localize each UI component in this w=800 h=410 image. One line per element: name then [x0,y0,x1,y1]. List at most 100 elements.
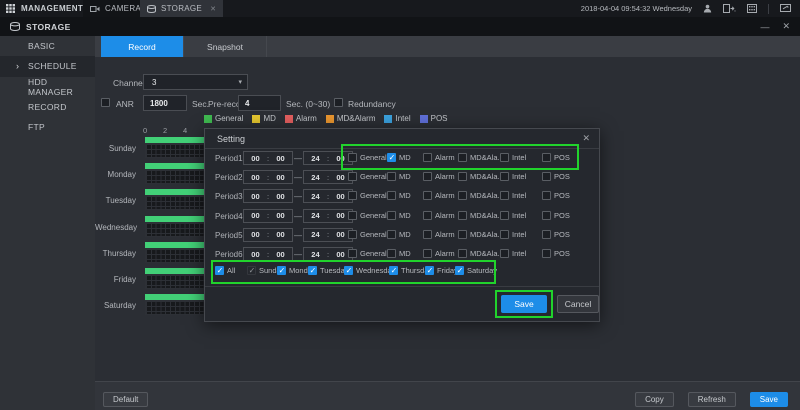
checkbox-period2-md-ala[interactable]: MD&Ala... [458,172,504,181]
legend-swatch [252,115,260,123]
legend-item-alarm: Alarm [285,114,317,123]
end-time-input[interactable]: 24:00 [303,189,353,203]
checkbox-period1-md-ala[interactable]: MD&Ala... [458,153,504,162]
checkbox-period1-intel[interactable]: Intel [500,153,526,162]
sidebar-item-schedule[interactable]: › SCHEDULE [0,56,95,76]
default-button[interactable]: Default [103,392,148,407]
checkbox-period5-intel[interactable]: Intel [500,230,526,239]
time-range-dash: — [294,212,302,221]
prerecord-input[interactable]: 4 [238,95,281,111]
checkbox-period5-pos[interactable]: POS [542,230,570,239]
time-range-dash: — [294,231,302,240]
checkbox-period6-pos[interactable]: POS [542,249,570,258]
period-label: Period1 [215,154,243,163]
legend-swatch [420,115,428,123]
close-icon[interactable]: ✕ [210,5,216,13]
day-checkbox-tuesday[interactable]: Tuesday [308,266,349,275]
copy-button[interactable]: Copy [635,392,674,407]
tab-snapshot[interactable]: Snapshot [184,36,267,57]
checkbox-period3-alarm[interactable]: Alarm [423,191,455,200]
prerecord-unit: Sec. (0~30) [286,99,330,109]
logout-icon[interactable] [723,4,736,13]
checkbox-period3-md-ala[interactable]: MD&Ala... [458,191,504,200]
redundancy-label: Redundancy [348,99,396,109]
dialog-day-row: All Sunday Monday Tuesday Wednesday Thur… [205,266,599,278]
anr-input[interactable]: 1800 [143,95,187,111]
checkbox-period3-pos[interactable]: POS [542,191,570,200]
checkbox-period6-md[interactable]: MD [387,249,411,258]
refresh-button[interactable]: Refresh [688,392,736,407]
checkbox-period6-intel[interactable]: Intel [500,249,526,258]
checkbox-period6-alarm[interactable]: Alarm [423,249,455,258]
end-time-input[interactable]: 24:00 [303,228,353,242]
camera-icon [90,5,100,13]
schedule-day-label: Sunday [95,144,140,153]
window-close-icon[interactable]: ✕ [782,21,790,32]
tab-storage[interactable]: STORAGE ✕ [140,0,223,17]
checkbox-period1-pos[interactable]: POS [542,153,570,162]
checkbox-period4-pos[interactable]: POS [542,211,570,220]
day-checkbox-saturday[interactable]: Saturday [455,266,497,275]
window-titlebar: STORAGE — ✕ [0,17,800,36]
checkbox-period6-md-ala[interactable]: MD&Ala... [458,249,504,258]
checkbox-period2-general[interactable]: General [348,172,387,181]
checkbox-period5-alarm[interactable]: Alarm [423,230,455,239]
checkbox-period2-intel[interactable]: Intel [500,172,526,181]
checkbox-period2-alarm[interactable]: Alarm [423,172,455,181]
checkbox-period5-md-ala[interactable]: MD&Ala... [458,230,504,239]
management-menu[interactable]: MANAGEMENT [6,0,83,17]
time-tick-label: 2 [163,126,173,135]
sidebar-item-ftp[interactable]: › FTP [0,117,95,137]
sidebar-item-basic[interactable]: › BASIC [0,36,95,56]
checkbox-period1-general[interactable]: General [348,153,387,162]
day-checkbox-all[interactable]: All [215,266,235,275]
dialog-save-button[interactable]: Save [501,295,547,313]
day-checkbox-wednesday[interactable]: Wednesday [344,266,395,275]
checkbox-period3-intel[interactable]: Intel [500,191,526,200]
tab-record[interactable]: Record [101,36,184,57]
checkbox-period4-intel[interactable]: Intel [500,211,526,220]
checkbox-period3-general[interactable]: General [348,191,387,200]
checkbox-period1-md[interactable]: MD [387,153,411,162]
checkbox-period2-pos[interactable]: POS [542,172,570,181]
topbar-right: 2018-04-04 09:54:32 Wednesday [581,0,800,17]
start-time-input[interactable]: 00:00 [243,209,293,223]
start-time-input[interactable]: 00:00 [243,228,293,242]
anr-checkbox[interactable] [101,98,110,107]
end-time-input[interactable]: 24:00 [303,170,353,184]
keyboard-icon[interactable] [747,4,757,13]
dialog-cancel-button[interactable]: Cancel [557,295,599,313]
end-time-input[interactable]: 24:00 [303,209,353,223]
checkbox-period4-md-ala[interactable]: MD&Ala... [458,211,504,220]
fullscreen-icon[interactable] [780,4,791,13]
start-time-input[interactable]: 00:00 [243,247,293,261]
checkbox-period5-md[interactable]: MD [387,230,411,239]
end-time-input[interactable]: 24:00 [303,247,353,261]
checkbox-period6-general[interactable]: General [348,249,387,258]
day-checkbox-friday[interactable]: Friday [425,266,458,275]
channel-select[interactable]: 3 ▾ [143,74,248,90]
record-type-legend: General MD Alarm MD&Alarm Intel POS [204,114,448,123]
checkbox-period5-general[interactable]: General [348,230,387,239]
minimize-icon[interactable]: — [760,22,769,32]
start-time-input[interactable]: 00:00 [243,189,293,203]
checkbox-period4-md[interactable]: MD [387,211,411,220]
end-time-input[interactable]: 24:00 [303,151,353,165]
legend-item-md: MD [252,114,275,123]
sidebar-item-hdd-manager[interactable]: › HDD MANAGER [0,77,95,97]
checkbox-period4-general[interactable]: General [348,211,387,220]
save-button[interactable]: Save [750,392,788,407]
start-time-input[interactable]: 00:00 [243,151,293,165]
redundancy-checkbox[interactable] [334,98,343,107]
checkbox-period4-alarm[interactable]: Alarm [423,211,455,220]
start-time-input[interactable]: 00:00 [243,170,293,184]
checkbox-period1-alarm[interactable]: Alarm [423,153,455,162]
time-range-dash: — [294,173,302,182]
checkbox-period3-md[interactable]: MD [387,191,411,200]
checkbox-period2-md[interactable]: MD [387,172,411,181]
dialog-close-icon[interactable]: ✕ [582,133,590,144]
footer-bar: Default Copy Refresh Save [95,381,800,410]
user-icon[interactable] [703,4,712,13]
sidebar-item-record[interactable]: › RECORD [0,97,95,117]
schedule-day-label: Wednesday [95,223,140,232]
